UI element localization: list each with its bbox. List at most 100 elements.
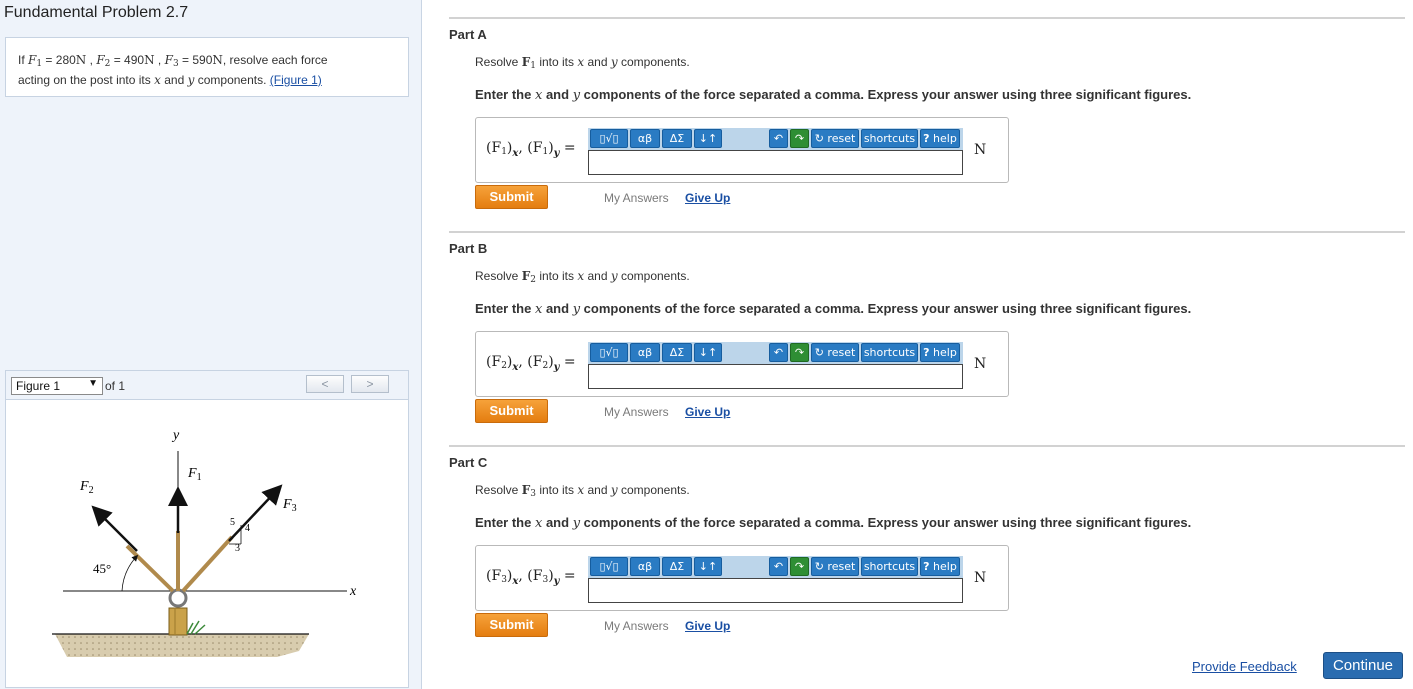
greek-letters-button[interactable]: αβ <box>630 557 660 576</box>
problem-panel: Fundamental Problem 2.7 If F1 = 280N , F… <box>0 0 422 689</box>
my-answers-link[interactable]: My Answers <box>604 405 669 419</box>
part-label: Part B <box>449 241 488 256</box>
help-button[interactable]: ? help <box>920 557 960 576</box>
answer-label: (F2)x, (F2)y = <box>486 354 576 373</box>
reset-button[interactable]: ↻ reset <box>811 343 859 362</box>
reset-icon: ↻ <box>814 560 824 573</box>
f1-value: = 280 <box>45 53 76 67</box>
problem-statement: If F1 = 280N , F2 = 490N , F3 = 590N, re… <box>5 37 409 97</box>
figure-link[interactable]: (Figure 1) <box>270 73 322 87</box>
submit-button[interactable]: Submit <box>475 399 548 423</box>
slope-label-3: 3 <box>235 543 240 554</box>
f2-value: = 490 <box>113 53 145 67</box>
next-figure-button[interactable]: > <box>351 375 389 393</box>
submit-button[interactable]: Submit <box>475 185 548 209</box>
undo-icon[interactable]: ↶ <box>769 129 788 148</box>
statement-text-1: , resolve each force <box>222 53 328 67</box>
greek-letters-button[interactable]: αβ <box>630 129 660 148</box>
unit-label: N <box>974 142 987 158</box>
f2-subscript: 2 <box>104 59 111 69</box>
prev-figure-button[interactable]: < <box>306 375 344 393</box>
symbols-button[interactable]: ΔΣ <box>662 343 692 362</box>
force-symbol: F <box>521 483 531 497</box>
templates-button[interactable]: ▯√▯ <box>590 129 628 148</box>
reset-icon: ↻ <box>814 346 824 359</box>
equation-toolbar: ▯√▯ αβ ΔΣ ↓↑ ↶ ↷ ↻ reset shortcuts? help <box>588 128 963 150</box>
question-icon: ? <box>923 132 930 145</box>
post <box>168 607 188 636</box>
answer-input[interactable] <box>588 150 963 175</box>
statement-y: y <box>187 73 195 87</box>
x-axis-label: x <box>349 584 357 599</box>
give-up-link[interactable]: Give Up <box>685 405 730 419</box>
resolve-text: Resolve F3 into its x and y components. <box>475 483 690 499</box>
grass <box>186 620 206 635</box>
figure-select-value: Figure 1 <box>16 379 61 393</box>
arrows-button[interactable]: ↓↑ <box>694 129 722 148</box>
chevron-down-icon: ▼ <box>88 378 98 389</box>
f2-symbol: F <box>96 53 105 67</box>
force-symbol: F <box>521 55 531 69</box>
unit-label: N <box>974 356 987 372</box>
equation-toolbar: ▯√▯ αβ ΔΣ ↓↑ ↶ ↷ ↻ reset shortcuts? help <box>588 342 963 364</box>
figure-select[interactable]: Figure 1 ▼ <box>11 377 103 395</box>
part-label: Part C <box>449 455 488 470</box>
f2-arrow <box>91 505 138 552</box>
force-diagram: y x F1 F2 F3 45° 5 4 3 <box>52 428 357 657</box>
figure-panel: Figure 1 ▼ of 1 < > y x F1 F2 F3 45° 5 4… <box>5 370 409 688</box>
templates-button[interactable]: ▯√▯ <box>590 557 628 576</box>
redo-icon[interactable]: ↷ <box>790 557 809 576</box>
answer-box: (F2)x, (F2)y = ▯√▯ αβ ΔΣ ↓↑ ↶ ↷ ↻ reset shortcu… <box>475 331 1009 397</box>
f3-label: F3 <box>282 497 297 514</box>
redo-icon[interactable]: ↷ <box>790 129 809 148</box>
templates-button[interactable]: ▯√▯ <box>590 343 628 362</box>
submit-button[interactable]: Submit <box>475 613 548 637</box>
f1-label: F1 <box>187 466 202 483</box>
instruction-text: Enter the x and y components of the forc… <box>475 87 1192 103</box>
instruction-text: Enter the x and y components of the forc… <box>475 515 1192 531</box>
slope-label-5: 5 <box>230 517 235 528</box>
my-answers-link[interactable]: My Answers <box>604 191 669 205</box>
provide-feedback-link[interactable]: Provide Feedback <box>1192 659 1297 674</box>
statement-prefix: If <box>18 53 25 67</box>
greek-letters-button[interactable]: αβ <box>630 343 660 362</box>
reset-button[interactable]: ↻ reset <box>811 129 859 148</box>
my-answers-link[interactable]: My Answers <box>604 619 669 633</box>
shortcuts-button[interactable]: shortcuts <box>861 557 918 576</box>
symbols-button[interactable]: ΔΣ <box>662 129 692 148</box>
undo-icon[interactable]: ↶ <box>769 557 788 576</box>
reset-button[interactable]: ↻ reset <box>811 557 859 576</box>
answer-input[interactable] <box>588 578 963 603</box>
statement-and: and <box>164 73 185 87</box>
give-up-link[interactable]: Give Up <box>685 619 730 633</box>
continue-button[interactable]: Continue <box>1323 652 1403 679</box>
statement-x: x <box>154 73 161 87</box>
rope-f2 <box>125 544 175 593</box>
eye-ring <box>168 588 188 608</box>
part-divider <box>449 445 1405 447</box>
arrows-button[interactable]: ↓↑ <box>694 343 722 362</box>
part-label: Part A <box>449 27 487 42</box>
undo-icon[interactable]: ↶ <box>769 343 788 362</box>
help-button[interactable]: ? help <box>920 343 960 362</box>
help-button[interactable]: ? help <box>920 129 960 148</box>
arrows-button[interactable]: ↓↑ <box>694 557 722 576</box>
answer-label: (F1)x, (F1)y = <box>486 140 576 159</box>
f3-subscript: 3 <box>172 59 179 69</box>
symbols-button[interactable]: ΔΣ <box>662 557 692 576</box>
shortcuts-button[interactable]: shortcuts <box>861 129 918 148</box>
f3-value: = 590 <box>182 53 213 67</box>
give-up-link[interactable]: Give Up <box>685 191 730 205</box>
angle-arc <box>121 554 139 592</box>
reset-icon: ↻ <box>814 132 824 145</box>
figure-toolbar: Figure 1 ▼ of 1 < > <box>6 371 408 400</box>
shortcuts-button[interactable]: shortcuts <box>861 343 918 362</box>
f2-label: F2 <box>79 479 94 496</box>
slope-label-4: 4 <box>245 523 250 534</box>
redo-icon[interactable]: ↷ <box>790 343 809 362</box>
answer-box: (F3)x, (F3)y = ▯√▯ αβ ΔΣ ↓↑ ↶ ↷ ↻ reset shortcu… <box>475 545 1009 611</box>
question-icon: ? <box>923 560 930 573</box>
f3-symbol: F <box>164 53 173 67</box>
f2-unit: N <box>144 53 155 67</box>
answer-input[interactable] <box>588 364 963 389</box>
